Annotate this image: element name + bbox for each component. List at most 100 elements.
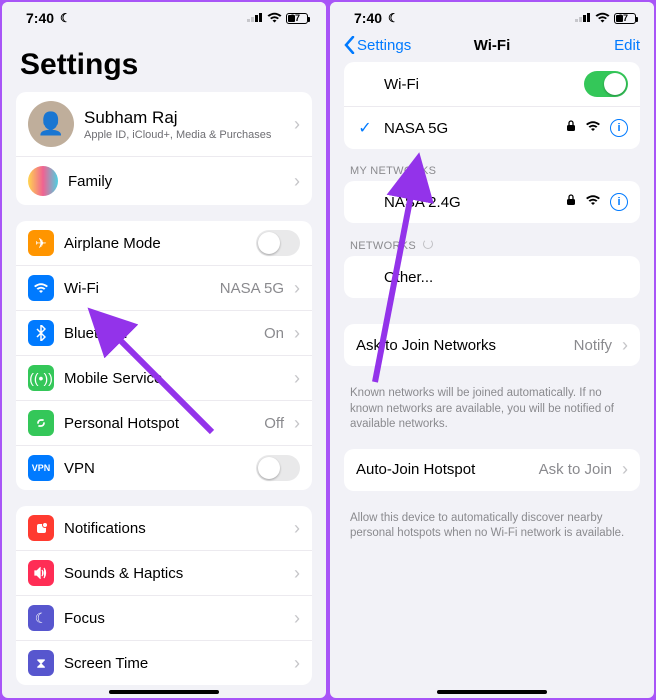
edit-button[interactable]: Edit — [614, 37, 640, 54]
wifi-icon — [267, 10, 282, 26]
vpn-icon: VPN — [28, 455, 54, 481]
my-networks-header: My Networks — [344, 165, 640, 181]
sounds-row[interactable]: Sounds & Haptics › — [16, 551, 312, 596]
mobile-label: Mobile Service — [64, 370, 284, 387]
back-label: Settings — [357, 37, 411, 54]
status-bar: 7:40 ☾ 37 — [330, 2, 654, 30]
airplane-toggle[interactable] — [256, 230, 300, 256]
apple-id-group: 👤 Subham Raj Apple ID, iCloud+, Media & … — [16, 92, 312, 205]
network-row[interactable]: NASA 2.4G i — [344, 181, 640, 223]
spinner-icon — [423, 239, 433, 249]
cell-signal-icon — [247, 10, 263, 26]
airplane-label: Airplane Mode — [64, 235, 246, 252]
cell-signal-icon — [575, 10, 591, 26]
home-indicator — [437, 690, 547, 694]
chevron-icon: › — [294, 653, 300, 674]
family-label: Family — [68, 173, 284, 190]
auto-join-footer: Allow this device to automatically disco… — [344, 507, 640, 542]
chevron-icon: › — [294, 413, 300, 434]
speaker-icon — [28, 560, 54, 586]
apple-id-row[interactable]: 👤 Subham Raj Apple ID, iCloud+, Media & … — [16, 92, 312, 157]
battery-icon: 37 — [286, 13, 308, 24]
focus-row[interactable]: ☾ Focus › — [16, 596, 312, 641]
vpn-label: VPN — [64, 460, 246, 477]
mobile-row[interactable]: ((•)) Mobile Service › — [16, 356, 312, 401]
family-row[interactable]: Family › — [16, 157, 312, 205]
wifi-toggle-row[interactable]: Wi-Fi — [344, 62, 640, 107]
status-time: 7:40 — [26, 10, 54, 26]
my-networks-group: NASA 2.4G i — [344, 181, 640, 223]
other-label: Other... — [384, 269, 628, 286]
check-icon: ✓ — [356, 118, 374, 138]
bluetooth-row[interactable]: Bluetooth On › — [16, 311, 312, 356]
user-name: Subham Raj — [84, 108, 284, 128]
ask-join-footer: Known networks will be joined automatica… — [344, 382, 640, 433]
bluetooth-label: Bluetooth — [64, 325, 254, 342]
connectivity-group: ✈ Airplane Mode Wi-Fi NASA 5G › Bluetoot… — [16, 221, 312, 490]
wifi-toggle-group: Wi-Fi ✓ NASA 5G i — [344, 62, 640, 149]
wifi-label: Wi-Fi — [64, 280, 210, 297]
vpn-toggle[interactable] — [256, 455, 300, 481]
settings-screen: 7:40 ☾ 37 Settings 👤 Subham Raj Apple ID… — [2, 2, 326, 698]
wifi-signal-icon — [586, 119, 600, 137]
wifi-toggle[interactable] — [584, 71, 628, 97]
sounds-label: Sounds & Haptics — [64, 565, 284, 582]
vpn-row[interactable]: VPN VPN — [16, 446, 312, 490]
lock-icon — [566, 193, 576, 211]
notifications-label: Notifications — [64, 520, 284, 537]
auto-join-group: Auto-Join Hotspot Ask to Join › — [344, 449, 640, 491]
bell-icon — [28, 515, 54, 541]
chevron-icon: › — [294, 518, 300, 539]
avatar: 👤 — [28, 101, 74, 147]
wifi-detail: NASA 5G — [220, 280, 284, 297]
wifi-toggle-label: Wi-Fi — [384, 76, 574, 93]
wifi-icon — [595, 10, 610, 26]
page-title: Settings — [2, 30, 326, 92]
chevron-icon: › — [294, 278, 300, 299]
chevron-left-icon — [344, 36, 355, 54]
notifications-group: Notifications › Sounds & Haptics › ☾ Foc… — [16, 506, 312, 685]
home-indicator — [109, 690, 219, 694]
hourglass-icon: ⧗ — [28, 650, 54, 676]
screentime-label: Screen Time — [64, 655, 284, 672]
network-label: NASA 2.4G — [384, 194, 556, 211]
connected-label: NASA 5G — [384, 120, 556, 137]
status-bar: 7:40 ☾ 37 — [2, 2, 326, 30]
ask-join-detail: Notify — [574, 337, 612, 354]
info-icon[interactable]: i — [610, 193, 628, 211]
dnd-icon: ☾ — [388, 11, 399, 25]
auto-join-label: Auto-Join Hotspot — [356, 461, 529, 478]
chevron-icon: › — [294, 171, 300, 192]
chevron-icon: › — [294, 563, 300, 584]
status-time: 7:40 — [354, 10, 382, 26]
moon-icon: ☾ — [28, 605, 54, 631]
chevron-icon: › — [294, 608, 300, 629]
hotspot-detail: Off — [264, 415, 284, 432]
ask-join-row[interactable]: Ask to Join Networks Notify › — [344, 324, 640, 366]
navbar: Settings Wi-Fi Edit — [330, 30, 654, 62]
screentime-row[interactable]: ⧗ Screen Time › — [16, 641, 312, 685]
family-avatar-icon — [28, 166, 58, 196]
chevron-icon: › — [294, 323, 300, 344]
auto-join-row[interactable]: Auto-Join Hotspot Ask to Join › — [344, 449, 640, 491]
notifications-row[interactable]: Notifications › — [16, 506, 312, 551]
back-button[interactable]: Settings — [344, 36, 411, 54]
dnd-icon: ☾ — [60, 11, 71, 25]
focus-label: Focus — [64, 610, 284, 627]
other-row[interactable]: Other... — [344, 256, 640, 298]
wifi-row[interactable]: Wi-Fi NASA 5G › — [16, 266, 312, 311]
battery-icon: 37 — [614, 13, 636, 24]
airplane-icon: ✈ — [28, 230, 54, 256]
chevron-icon: › — [622, 335, 628, 356]
info-icon[interactable]: i — [610, 119, 628, 137]
connected-network-row[interactable]: ✓ NASA 5G i — [344, 107, 640, 149]
hotspot-label: Personal Hotspot — [64, 415, 254, 432]
antenna-icon: ((•)) — [28, 365, 54, 391]
lock-icon — [566, 119, 576, 137]
airplane-row[interactable]: ✈ Airplane Mode — [16, 221, 312, 266]
hotspot-row[interactable]: Personal Hotspot Off › — [16, 401, 312, 446]
chevron-icon: › — [622, 459, 628, 480]
auto-join-detail: Ask to Join — [539, 461, 612, 478]
wifi-screen: 7:40 ☾ 37 Settings Wi-Fi Edit — [330, 2, 654, 698]
wifi-icon — [28, 275, 54, 301]
